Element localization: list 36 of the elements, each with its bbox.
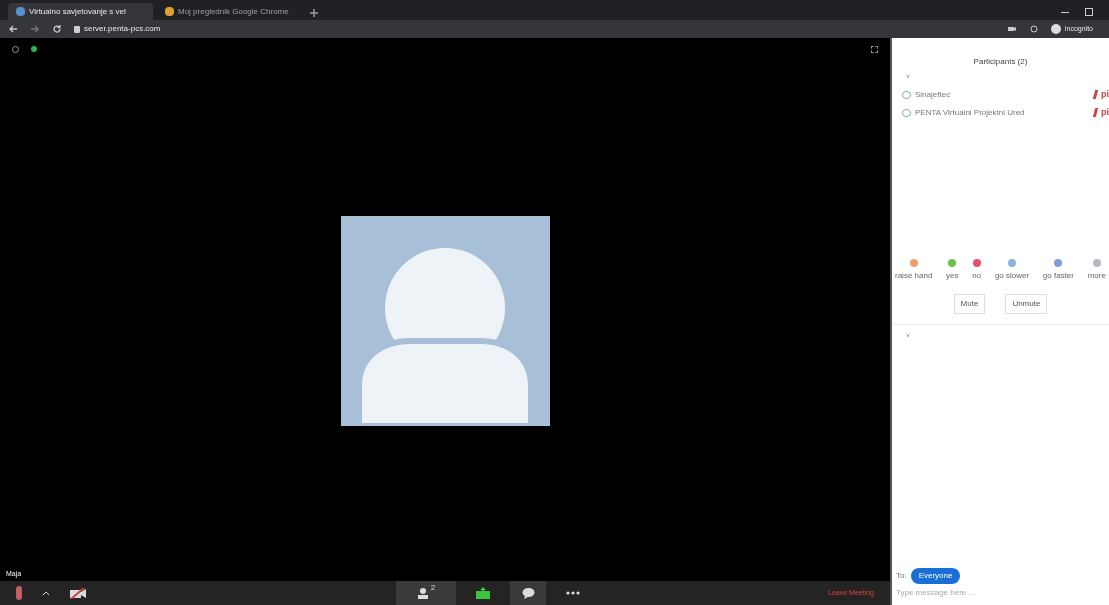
message-input[interactable]: Type message here ... xyxy=(892,584,1109,605)
browser-tab[interactable]: Virtualno savjetovanje s vel xyxy=(8,3,153,20)
browser-tab[interactable]: Moj preglednik Google Chrome xyxy=(157,3,302,20)
participant-row[interactable]: PENTA Virtualni Projektni Ured pi xyxy=(892,106,1109,119)
reload-icon[interactable] xyxy=(52,24,62,34)
panel-title: Participants (2) xyxy=(972,56,1029,68)
address-bar[interactable]: server.penta-pcs.com xyxy=(84,23,161,35)
fullscreen-icon[interactable] xyxy=(871,45,878,53)
reaction-button[interactable]: raise hand xyxy=(895,258,933,282)
to-label: To: xyxy=(896,570,907,582)
minimize-icon[interactable] xyxy=(1061,11,1069,13)
panel-button[interactable]: Mute xyxy=(953,293,986,314)
back-icon[interactable] xyxy=(8,24,18,34)
reaction-button[interactable]: more xyxy=(1087,258,1106,282)
reaction-button[interactable]: no xyxy=(972,258,982,282)
speech-bubble-icon xyxy=(521,587,535,599)
forward-icon[interactable] xyxy=(30,24,40,34)
reaction-button[interactable]: go slower xyxy=(994,258,1030,282)
incognito-icon xyxy=(1050,24,1061,34)
favicon-icon xyxy=(165,7,174,16)
camera-off-icon[interactable] xyxy=(70,587,86,599)
more-icon[interactable] xyxy=(566,591,580,595)
recipient-dropdown[interactable]: Everyone xyxy=(910,568,961,584)
restore-icon[interactable] xyxy=(1085,8,1093,16)
panel-button[interactable]: Unmute xyxy=(1005,293,1048,314)
people-icon xyxy=(416,587,429,599)
share-screen-icon[interactable] xyxy=(476,587,490,599)
participant-row[interactable]: Sinajeftec pi xyxy=(892,88,1109,101)
favicon-icon xyxy=(16,7,25,16)
participants-button[interactable]: 2 xyxy=(396,581,456,605)
chat-button[interactable] xyxy=(510,581,546,605)
microphone-icon[interactable] xyxy=(16,586,22,600)
reaction-button[interactable]: go faster xyxy=(1042,258,1074,282)
camera-icon[interactable] xyxy=(1006,24,1017,34)
caret-icon[interactable] xyxy=(42,590,50,596)
reaction-button[interactable]: yes xyxy=(946,258,959,282)
